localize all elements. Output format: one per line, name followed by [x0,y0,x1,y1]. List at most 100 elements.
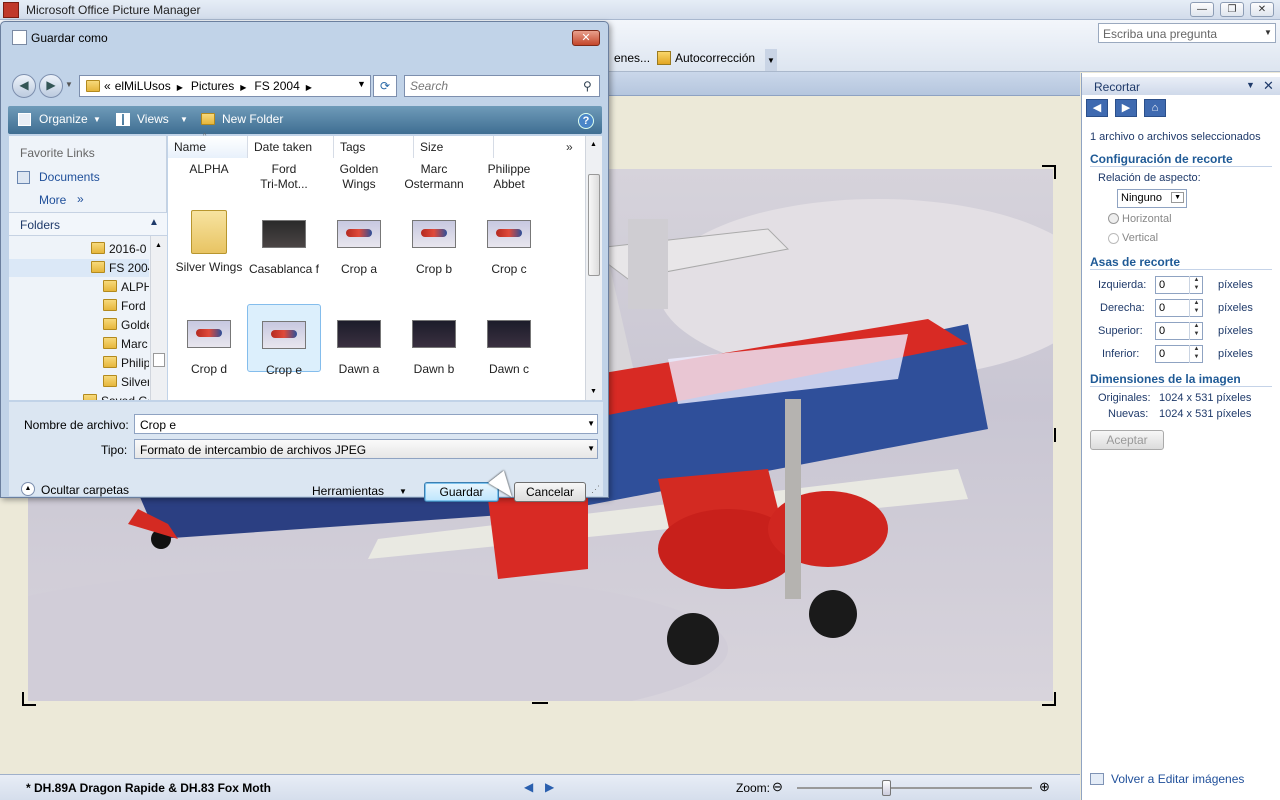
hide-folders-button[interactable]: Ocultar carpetas [41,483,129,497]
accept-button[interactable]: Aceptar [1090,430,1164,450]
address-bar[interactable]: « elMiLUsos ▶ Pictures ▶ FS 2004 ▶ ▼ [79,75,371,97]
dialog-close-button[interactable]: ✕ [572,30,600,46]
tree-item[interactable]: Marc [9,335,149,353]
zoom-in-icon[interactable]: ⊕ [1039,779,1050,795]
file-item[interactable]: Dawn a [322,304,396,376]
column-header-name[interactable]: Name [168,136,248,158]
toolbar-fragment-button[interactable]: enes... [610,48,654,70]
tools-button[interactable]: Herramientas [312,484,384,498]
horizontal-radio[interactable] [1108,213,1119,224]
column-header-size[interactable]: Size [414,136,494,158]
previous-icon[interactable]: ◀ [524,780,533,794]
spin-arrows-icon[interactable]: ▲ ▼ [1189,299,1203,317]
chevron-down-icon[interactable]: ▼ [1264,24,1275,42]
chevron-down-icon[interactable]: ▼ [587,440,595,458]
chevron-right-icon[interactable]: ▶ [240,83,246,92]
pane-home-icon[interactable]: ⌂ [1144,99,1166,117]
file-item[interactable]: Crop a [322,204,396,276]
maximize-button[interactable]: ❐ [1220,2,1244,17]
recent-pages-icon[interactable]: ▼ [65,80,73,89]
breadcrumb-item[interactable]: elMiLUsos [115,79,171,93]
views-button[interactable]: Views [137,112,169,126]
crop-handle-bottom-left[interactable] [22,692,36,706]
more-columns-icon[interactable]: » [566,140,573,154]
chevron-right-icon[interactable]: » [77,192,84,206]
breadcrumb-item[interactable]: Pictures [191,79,234,93]
file-item[interactable]: Crop b [397,204,471,276]
refresh-icon[interactable]: ⟳ [373,75,397,97]
file-item[interactable]: Dawn c [472,304,546,376]
crop-handle-bottom-right[interactable] [1042,692,1056,706]
chevron-down-icon[interactable]: ▼ [399,487,407,496]
forward-icon[interactable]: ▶ [39,74,63,98]
minimize-button[interactable]: — [1190,2,1214,17]
ask-question-input[interactable]: Escriba una pregunta [1098,23,1276,43]
vertical-radio[interactable] [1108,233,1119,244]
tree-item[interactable]: Golde [9,316,149,334]
tree-item[interactable]: Ford [9,297,149,315]
chevron-down-icon[interactable]: ▼ [93,115,101,124]
tree-item[interactable]: Silver [9,373,149,391]
chevron-down-icon[interactable]: ▼ [180,115,188,124]
tree-scroll-thumb[interactable] [153,353,165,367]
column-header-tags[interactable]: Tags [334,136,414,158]
file-item[interactable]: Dawn b [397,304,471,376]
resize-grip[interactable]: ⋰ [591,484,600,495]
search-icon[interactable]: ⚲ [583,79,592,93]
chevron-right-icon[interactable]: ▶ [306,83,312,92]
tree-item[interactable]: 2016-0 [9,240,149,258]
file-item[interactable]: Philippe Abbet [472,162,546,192]
new-folder-button[interactable]: New Folder [222,112,283,126]
tree-item[interactable]: ALPH [9,278,149,296]
crop-handle-top-right[interactable] [1042,165,1056,179]
close-button[interactable]: ✕ [1250,2,1274,17]
pane-close-icon[interactable]: ✕ [1263,78,1274,94]
help-icon[interactable]: ? [578,113,594,129]
chevron-right-icon[interactable]: ▶ [177,83,183,92]
crop-handle-bottom[interactable] [532,702,548,704]
chevron-down-icon[interactable]: ▼ [1171,192,1184,203]
spin-arrows-icon[interactable]: ▲ ▼ [1189,322,1203,340]
back-icon[interactable]: ◀ [12,74,36,98]
chevron-up-icon[interactable]: ▲ [590,141,597,148]
crop-handle-right[interactable] [1054,428,1056,442]
chevron-down-icon[interactable]: ▼ [590,388,597,395]
organize-button[interactable]: Organize [39,112,88,126]
zoom-slider-thumb[interactable] [882,780,892,796]
pane-menu-icon[interactable]: ▼ [1246,80,1255,90]
file-item[interactable]: Crop e [247,304,321,377]
search-input[interactable]: Search [404,75,600,97]
spin-arrows-icon[interactable]: ▲ ▼ [1189,345,1203,363]
favorite-documents[interactable]: Documents [39,170,100,184]
filename-input[interactable]: Crop e ▼ [134,414,598,434]
zoom-slider-track[interactable] [797,787,1032,789]
file-item[interactable]: Silver Wings [172,204,246,274]
cancel-button[interactable]: Cancelar [514,482,586,502]
zoom-out-icon[interactable]: ⊖ [772,779,783,795]
chevron-up-icon[interactable]: ▲ [149,217,159,228]
pane-back-icon[interactable]: ◀ [1086,99,1108,117]
folders-header[interactable]: Folders ▲ [9,212,167,236]
next-icon[interactable]: ▶ [545,780,554,794]
tree-item[interactable]: Philip [9,354,149,372]
file-item[interactable]: Golden Wings [322,162,396,192]
chevron-up-icon[interactable]: ▲ [155,242,162,249]
hide-folders-icon[interactable]: ▲ [21,482,35,496]
aspect-ratio-select[interactable]: Ninguno ▼ [1117,189,1187,208]
file-item[interactable]: Marc Ostermann [397,162,471,192]
breadcrumb-overflow[interactable]: « [104,79,111,93]
file-scroll-thumb[interactable] [588,174,600,276]
chevron-down-icon[interactable]: ▼ [587,415,595,433]
tree-scrollbar[interactable]: ▲ [150,236,167,400]
chevron-down-icon[interactable]: ▼ [357,79,366,89]
file-item[interactable]: Crop d [172,304,246,376]
tree-item[interactable]: FS 2004 [9,259,149,277]
file-item[interactable]: ALPHA [172,162,246,177]
breadcrumb-item[interactable]: FS 2004 [254,79,299,93]
column-header-date-taken[interactable]: Date taken [248,136,334,158]
back-to-edit-link[interactable]: Volver a Editar imágenes [1111,772,1244,786]
favorite-more[interactable]: More [39,193,66,207]
toolbar-overflow-button[interactable]: ▼ [765,49,777,71]
type-select[interactable]: Formato de intercambio de archivos JPEG ▼ [134,439,598,459]
pane-forward-icon[interactable]: ▶ [1115,99,1137,117]
